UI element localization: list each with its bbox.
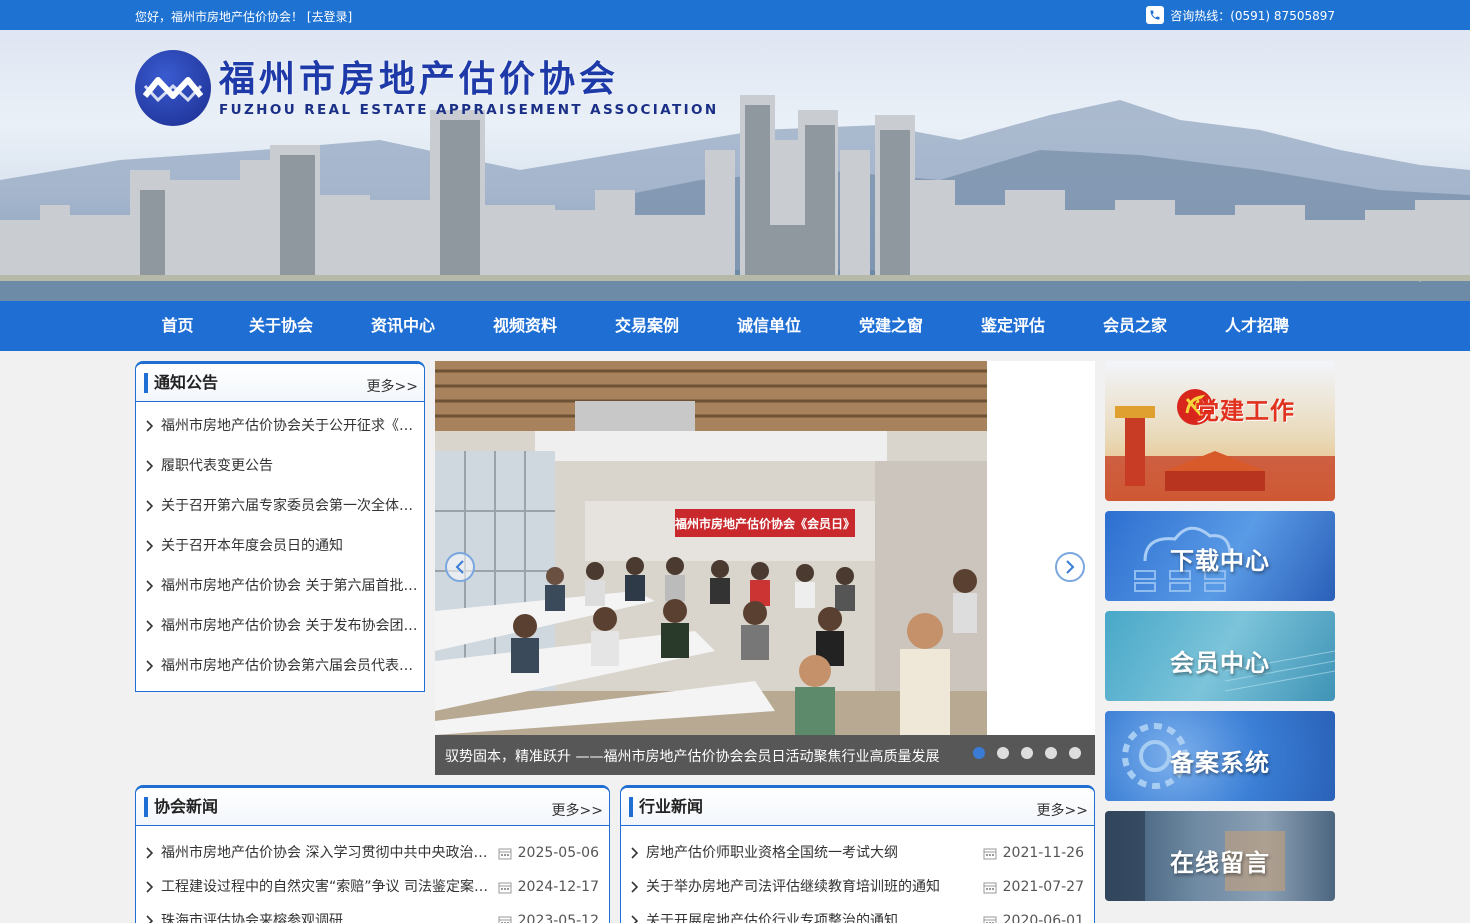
logo-title-cn: 福州市房地产估价协会 (219, 59, 620, 100)
nav-item-credit[interactable]: 诚信单位 (708, 301, 830, 351)
header-banner: 福州市房地产估价协会 FUZHOU REAL ESTATE APPRAISEME… (0, 30, 1470, 301)
slider-dot[interactable] (973, 747, 985, 759)
login-link[interactable]: [去登录] (307, 10, 352, 24)
chevron-right-icon (146, 660, 153, 672)
slider-dot[interactable] (1045, 747, 1057, 759)
chevron-right-icon (146, 847, 153, 859)
phone-icon (1146, 6, 1165, 24)
list-item[interactable]: 福州市房地产估价协会第六届会员代表大会公告 (136, 646, 424, 686)
nav-item-appraisal[interactable]: 鉴定评估 (952, 301, 1074, 351)
news-date: 2023-05-12 (517, 913, 599, 923)
member-center-tile[interactable]: 会员中心 (1105, 611, 1335, 701)
nav-item-cases[interactable]: 交易案例 (586, 301, 708, 351)
news-date: 2024-12-17 (517, 879, 599, 895)
list-item[interactable]: 福州市房地产估价协会关于公开征求《福州市房地产估价协会章程》修改意见的通知 (136, 406, 424, 446)
notices-panel: 通知公告 更多>> 福州市房地产估价协会关于公开征求《福州市房地产估价协会章程》… (135, 361, 425, 692)
slide-caption[interactable]: 驭势固本，精准跃升 ——福州市房地产估价协会会员日活动聚焦行业高质量发展 (445, 746, 939, 766)
industry-news-more-link[interactable]: 更多>> (1037, 800, 1088, 820)
filing-system-tile[interactable]: 备案系统 (1105, 711, 1335, 801)
logo-emblem-icon (135, 50, 211, 126)
chevron-right-icon (631, 847, 638, 859)
slide-caption-bar: 驭势固本，精准跃升 ——福州市房地产估价协会会员日活动聚焦行业高质量发展 (435, 735, 1095, 775)
nav-item-party[interactable]: 党建之窗 (830, 301, 952, 351)
nav-item-videos[interactable]: 视频资料 (464, 301, 586, 351)
filing-system-label: 备案系统 (1170, 749, 1270, 777)
slider-dots (973, 747, 1081, 759)
online-message-tile[interactable]: 在线留言 (1105, 811, 1335, 901)
list-item[interactable]: 关于召开第六届专家委员会第一次全体会议的通知 (136, 486, 424, 526)
hotline: 咨询热线：(0591) 87505897 (1146, 6, 1335, 24)
chevron-left-icon (455, 560, 464, 574)
chevron-right-icon (631, 881, 638, 893)
chevron-right-icon (146, 460, 153, 472)
chevron-right-icon (1066, 560, 1075, 574)
calendar-icon (498, 882, 512, 893)
main-nav: 首页 关于协会 资讯中心 视频资料 交易案例 诚信单位 党建之窗 鉴定评估 会员… (0, 301, 1470, 351)
list-item[interactable]: 福州市房地产估价协会 关于发布协会团体标准的通知 (136, 606, 424, 646)
slider-dot[interactable] (1021, 747, 1033, 759)
news-item[interactable]: 关于开展房地产估价行业专项整治的通知 2020-06-01 (621, 904, 1094, 923)
calendar-icon (983, 848, 997, 859)
slider-prev-button[interactable] (445, 552, 475, 582)
online-message-label: 在线留言 (1170, 849, 1270, 877)
nav-item-news-center[interactable]: 资讯中心 (342, 301, 464, 351)
chevron-right-icon (146, 500, 153, 512)
news-slider[interactable]: 福州市房地产估价协会《会员日》 驭势固本，精准跃升 ——福州市房地产估价协会会员… (435, 361, 1095, 775)
news-date: 2021-11-26 (1002, 845, 1084, 861)
news-item[interactable]: 福州市房地产估价协会 深入学习贯彻中共中央政治局会议精神2025-05-06 (136, 836, 609, 870)
chevron-right-icon (146, 540, 153, 552)
calendar-icon (983, 882, 997, 893)
news-date: 2020-06-01 (1002, 913, 1084, 923)
slider-dot[interactable] (997, 747, 1009, 759)
calendar-icon (498, 916, 512, 923)
slide-banner-text: 福州市房地产估价协会《会员日》 (674, 516, 855, 531)
slide-photo: 福州市房地产估价协会《会员日》 (435, 361, 987, 735)
nav-item-jobs[interactable]: 人才招聘 (1196, 301, 1318, 351)
association-news-title: 协会新闻 (144, 797, 218, 817)
chevron-right-icon (146, 420, 153, 432)
member-center-label: 会员中心 (1170, 649, 1270, 677)
nav-item-home[interactable]: 首页 (135, 301, 220, 351)
list-item[interactable]: 履职代表变更公告 (136, 446, 424, 486)
news-item[interactable]: 工程建设过程中的自然灾害“索赔”争议 司法鉴定案例分析 2024-12-17 (136, 870, 609, 904)
news-date: 2025-05-06 (517, 845, 599, 861)
chevron-right-icon (146, 915, 153, 923)
slider-next-button[interactable] (1055, 552, 1085, 582)
notices-title: 通知公告 (144, 373, 218, 393)
site-logo[interactable]: 福州市房地产估价协会 FUZHOU REAL ESTATE APPRAISEME… (135, 50, 719, 126)
industry-news-title: 行业新闻 (629, 797, 703, 817)
party-building-image (1105, 406, 1335, 501)
nav-item-members[interactable]: 会员之家 (1074, 301, 1196, 351)
party-work-label: 党建工作 (1195, 397, 1295, 425)
news-date: 2021-07-27 (1002, 879, 1084, 895)
industry-news-panel: 行业新闻 更多>> 房地产估价师职业资格全国统一考试大纲 2021-11-26 关… (620, 785, 1095, 923)
chevron-right-icon (631, 915, 638, 923)
chevron-right-icon (146, 881, 153, 893)
greeting: 您好，福州市房地产估价协会！ [去登录] (135, 8, 352, 25)
news-item[interactable]: 珠海市评估协会来榕参观调研 2023-05-12 (136, 904, 609, 923)
party-work-tile[interactable]: 党建工作 (1105, 361, 1335, 501)
calendar-icon (498, 848, 512, 859)
calendar-icon (983, 916, 997, 923)
news-item[interactable]: 房地产估价师职业资格全国统一考试大纲 2021-11-26 (621, 836, 1094, 870)
hotline-text: 咨询热线：(0591) 87505897 (1170, 8, 1335, 23)
notices-more-link[interactable]: 更多>> (367, 376, 418, 396)
greeting-text: 您好，福州市房地产估价协会！ (135, 10, 304, 24)
top-bar: 您好，福州市房地产估价协会！ [去登录] 咨询热线：(0591) 8750589… (0, 0, 1470, 30)
download-center-tile[interactable]: 下载中心 (1105, 511, 1335, 601)
list-item[interactable]: 福州市房地产估价协会 关于第六届首批专家委员会委员名单的公示 (136, 566, 424, 606)
logo-title-en: FUZHOU REAL ESTATE APPRAISEMENT ASSOCIAT… (219, 102, 719, 118)
news-item[interactable]: 关于举办房地产司法评估继续教育培训班的通知 2021-07-27 (621, 870, 1094, 904)
chevron-right-icon (146, 580, 153, 592)
nav-item-about[interactable]: 关于协会 (220, 301, 342, 351)
chevron-right-icon (146, 620, 153, 632)
slider-dot[interactable] (1069, 747, 1081, 759)
association-news-panel: 协会新闻 更多>> 福州市房地产估价协会 深入学习贯彻中共中央政治局会议精神20… (135, 785, 610, 923)
download-center-label: 下载中心 (1170, 547, 1270, 575)
list-item[interactable]: 关于召开本年度会员日的通知 (136, 526, 424, 566)
association-news-more-link[interactable]: 更多>> (552, 800, 603, 820)
